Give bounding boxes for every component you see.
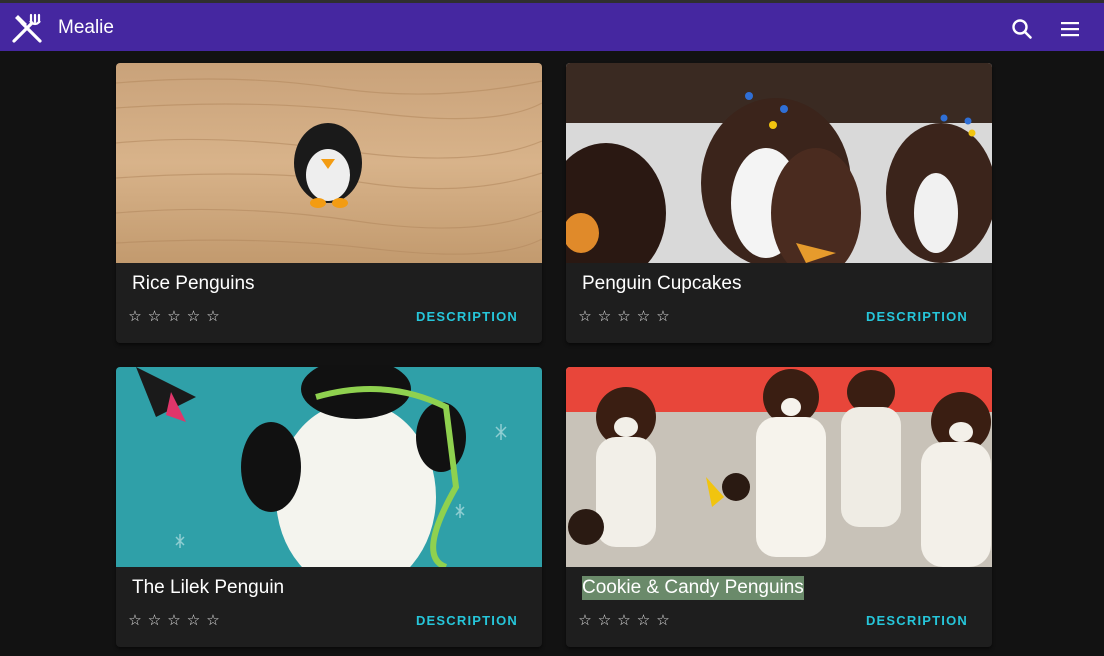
star-outline-icon[interactable]: ☆ (596, 308, 614, 326)
star-outline-icon[interactable]: ☆ (615, 308, 633, 326)
rating-stars[interactable]: ☆ ☆ ☆ ☆ ☆ (126, 308, 224, 326)
recipe-card[interactable]: The Lilek Penguin ☆ ☆ ☆ ☆ ☆ DESCRIPTION (116, 367, 542, 647)
star-outline-icon[interactable]: ☆ (654, 308, 672, 326)
star-outline-icon[interactable]: ☆ (204, 308, 222, 326)
recipe-title[interactable]: The Lilek Penguin (132, 576, 284, 600)
star-outline-icon[interactable]: ☆ (146, 308, 164, 326)
description-button[interactable]: DESCRIPTION (866, 612, 968, 630)
description-button[interactable]: DESCRIPTION (416, 612, 518, 630)
star-outline-icon[interactable]: ☆ (635, 612, 653, 630)
star-outline-icon[interactable]: ☆ (165, 308, 183, 326)
recipe-image[interactable] (566, 63, 992, 263)
star-outline-icon[interactable]: ☆ (615, 612, 633, 630)
recipe-title[interactable]: Rice Penguins (132, 272, 255, 296)
recipe-title[interactable]: Penguin Cupcakes (582, 272, 742, 296)
recipe-card[interactable]: Rice Penguins ☆ ☆ ☆ ☆ ☆ DESCRIPTION (116, 63, 542, 343)
star-outline-icon[interactable]: ☆ (185, 308, 203, 326)
star-outline-icon[interactable]: ☆ (204, 612, 222, 630)
app-title[interactable]: Mealie (58, 16, 114, 40)
recipe-image[interactable] (116, 367, 542, 567)
rating-stars[interactable]: ☆ ☆ ☆ ☆ ☆ (576, 612, 674, 630)
description-button[interactable]: DESCRIPTION (416, 308, 518, 326)
rating-stars[interactable]: ☆ ☆ ☆ ☆ ☆ (126, 612, 224, 630)
star-outline-icon[interactable]: ☆ (635, 308, 653, 326)
description-button[interactable]: DESCRIPTION (866, 308, 968, 326)
hamburger-menu-icon[interactable] (1056, 15, 1084, 43)
recipe-title[interactable]: Cookie & Candy Penguins (582, 576, 804, 600)
star-outline-icon[interactable]: ☆ (146, 612, 164, 630)
recipe-card[interactable]: Penguin Cupcakes ☆ ☆ ☆ ☆ ☆ DESCRIPTION (566, 63, 992, 343)
search-icon[interactable] (1008, 15, 1036, 43)
star-outline-icon[interactable]: ☆ (185, 612, 203, 630)
fork-knife-icon[interactable] (10, 11, 44, 45)
recipe-image[interactable] (116, 63, 542, 263)
recipe-card[interactable]: Cookie & Candy Penguins ☆ ☆ ☆ ☆ ☆ DESCRI… (566, 367, 992, 647)
rating-stars[interactable]: ☆ ☆ ☆ ☆ ☆ (576, 308, 674, 326)
star-outline-icon[interactable]: ☆ (126, 308, 144, 326)
star-outline-icon[interactable]: ☆ (596, 612, 614, 630)
star-outline-icon[interactable]: ☆ (576, 308, 594, 326)
star-outline-icon[interactable]: ☆ (165, 612, 183, 630)
star-outline-icon[interactable]: ☆ (126, 612, 144, 630)
recipe-image[interactable] (566, 367, 992, 567)
app-bar: Mealie (0, 0, 1104, 51)
star-outline-icon[interactable]: ☆ (576, 612, 594, 630)
star-outline-icon[interactable]: ☆ (654, 612, 672, 630)
